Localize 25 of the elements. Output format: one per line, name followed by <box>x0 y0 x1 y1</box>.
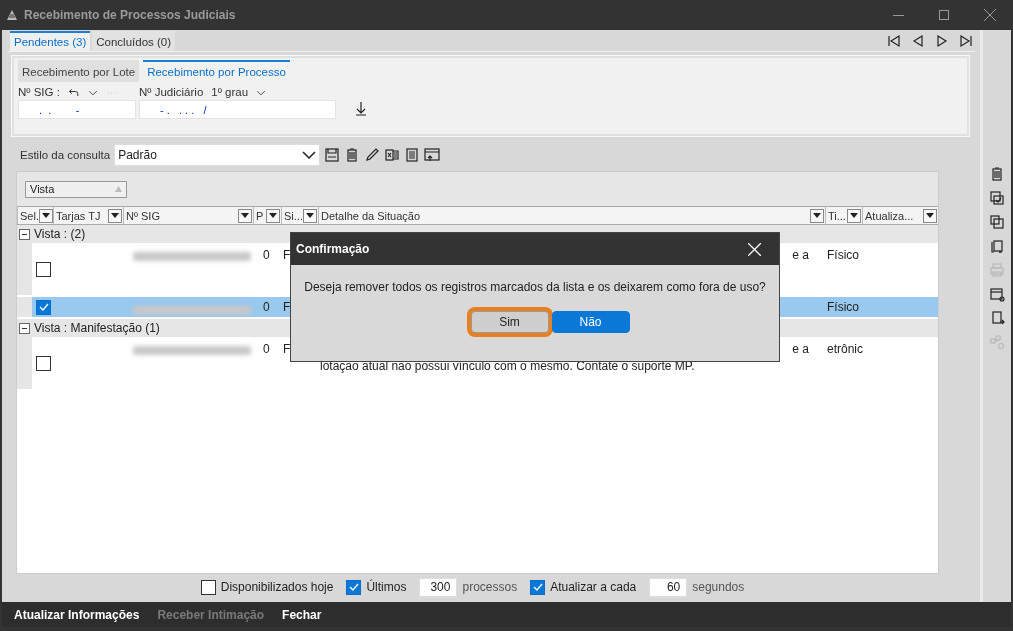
option-label: Atualizar a cada <box>550 580 637 594</box>
unit-label: segundos <box>692 580 745 594</box>
table-cell: F <box>283 300 291 314</box>
window-title: Recebimento de Processos Judiciais <box>24 8 237 22</box>
option-label: Disponibilizados hoje <box>220 580 334 594</box>
field-label: Nº Judiciário <box>139 86 204 100</box>
table-cell: F <box>283 342 291 356</box>
table-cell: Físico <box>827 248 859 262</box>
table-cell: e a <box>792 248 809 262</box>
degree-label: 1º grau <box>211 86 249 100</box>
group-label: Vista : Manifestação (1) <box>34 321 160 335</box>
query-style-label: Estilo da consulta <box>20 149 111 161</box>
table-cell: 0 <box>263 248 270 262</box>
table-cell: Físico <box>827 300 859 314</box>
table-cell: F <box>283 248 291 262</box>
table-cell: etrônic <box>827 342 864 356</box>
field-label: Nº SIG : <box>18 86 60 100</box>
dialog-message: Deseja remover todos os registros marcados da lista e os deixarem como fora de uso? <box>303 280 767 294</box>
option-label: Últimos <box>366 580 407 594</box>
table-cell: 0 <box>263 300 270 314</box>
unit-label: processos <box>462 580 518 594</box>
dialog-title: Confirmação <box>296 242 371 256</box>
table-cell: 0 <box>263 342 270 356</box>
group-label: Vista : (2) <box>34 227 86 241</box>
table-cell: e a <box>792 342 809 356</box>
